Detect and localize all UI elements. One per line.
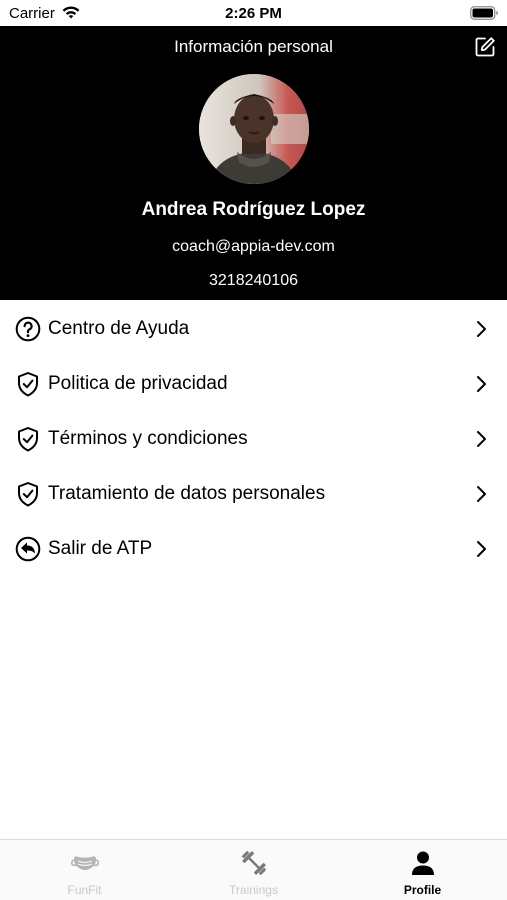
menu-item-label: Politica de privacidad	[48, 373, 228, 394]
menu-item-data-treatment[interactable]: Tratamiento de datos personales	[0, 466, 507, 521]
chevron-right-icon	[477, 376, 486, 392]
menu-item-label: Centro de Ayuda	[48, 318, 190, 339]
menu-item-label: Términos y condiciones	[48, 428, 248, 449]
chevron-right-icon	[477, 321, 486, 337]
tab-bar: FunFit Trainings Profile	[0, 839, 507, 900]
shield-check-icon	[18, 482, 38, 507]
avatar	[199, 74, 309, 184]
dumbbell-icon	[242, 851, 266, 875]
status-time: 2:26 PM	[225, 5, 282, 22]
person-icon	[412, 851, 434, 875]
page-title: Información personal	[174, 37, 333, 56]
menu-item-label: Salir de ATP	[48, 538, 153, 559]
profile-header: Información personal Andrea Rodríguez Lo…	[0, 26, 507, 300]
tab-label: Trainings	[229, 883, 278, 897]
menu-item-privacy-policy[interactable]: Politica de privacidad	[0, 356, 507, 411]
tab-label: Profile	[403, 883, 442, 897]
menu-item-help-center[interactable]: Centro de Ayuda	[0, 301, 507, 356]
menu-item-terms[interactable]: Términos y condiciones	[0, 411, 507, 466]
chevron-right-icon	[477, 486, 486, 502]
tab-trainings[interactable]: Trainings	[169, 840, 338, 900]
profile-screen: Carrier 2:26 PM Información personal And…	[0, 0, 507, 900]
shield-check-icon	[18, 427, 38, 452]
chevron-right-icon	[477, 541, 486, 557]
settings-menu: Centro de Ayuda Politica de privacidad T…	[0, 301, 507, 576]
user-phone: 3218240106	[209, 272, 298, 289]
tab-label: FunFit	[67, 883, 102, 897]
shield-check-icon	[18, 372, 38, 397]
menu-item-label: Tratamiento de datos personales	[48, 483, 326, 504]
user-email: coach@appia-dev.com	[172, 238, 335, 255]
tab-funfit[interactable]: FunFit	[0, 840, 169, 900]
mask-icon	[71, 856, 99, 870]
avatar-photo	[199, 74, 309, 184]
menu-item-logout[interactable]: Salir de ATP	[0, 521, 507, 576]
tab-profile[interactable]: Profile	[338, 840, 507, 900]
edit-icon[interactable]	[474, 36, 496, 58]
user-name: Andrea Rodríguez Lopez	[141, 199, 366, 220]
help-circle-icon	[15, 316, 41, 342]
logout-arrow-icon	[15, 536, 41, 562]
chevron-right-icon	[477, 431, 486, 447]
battery-icon	[470, 6, 498, 20]
status-bar: Carrier 2:26 PM	[0, 0, 507, 26]
